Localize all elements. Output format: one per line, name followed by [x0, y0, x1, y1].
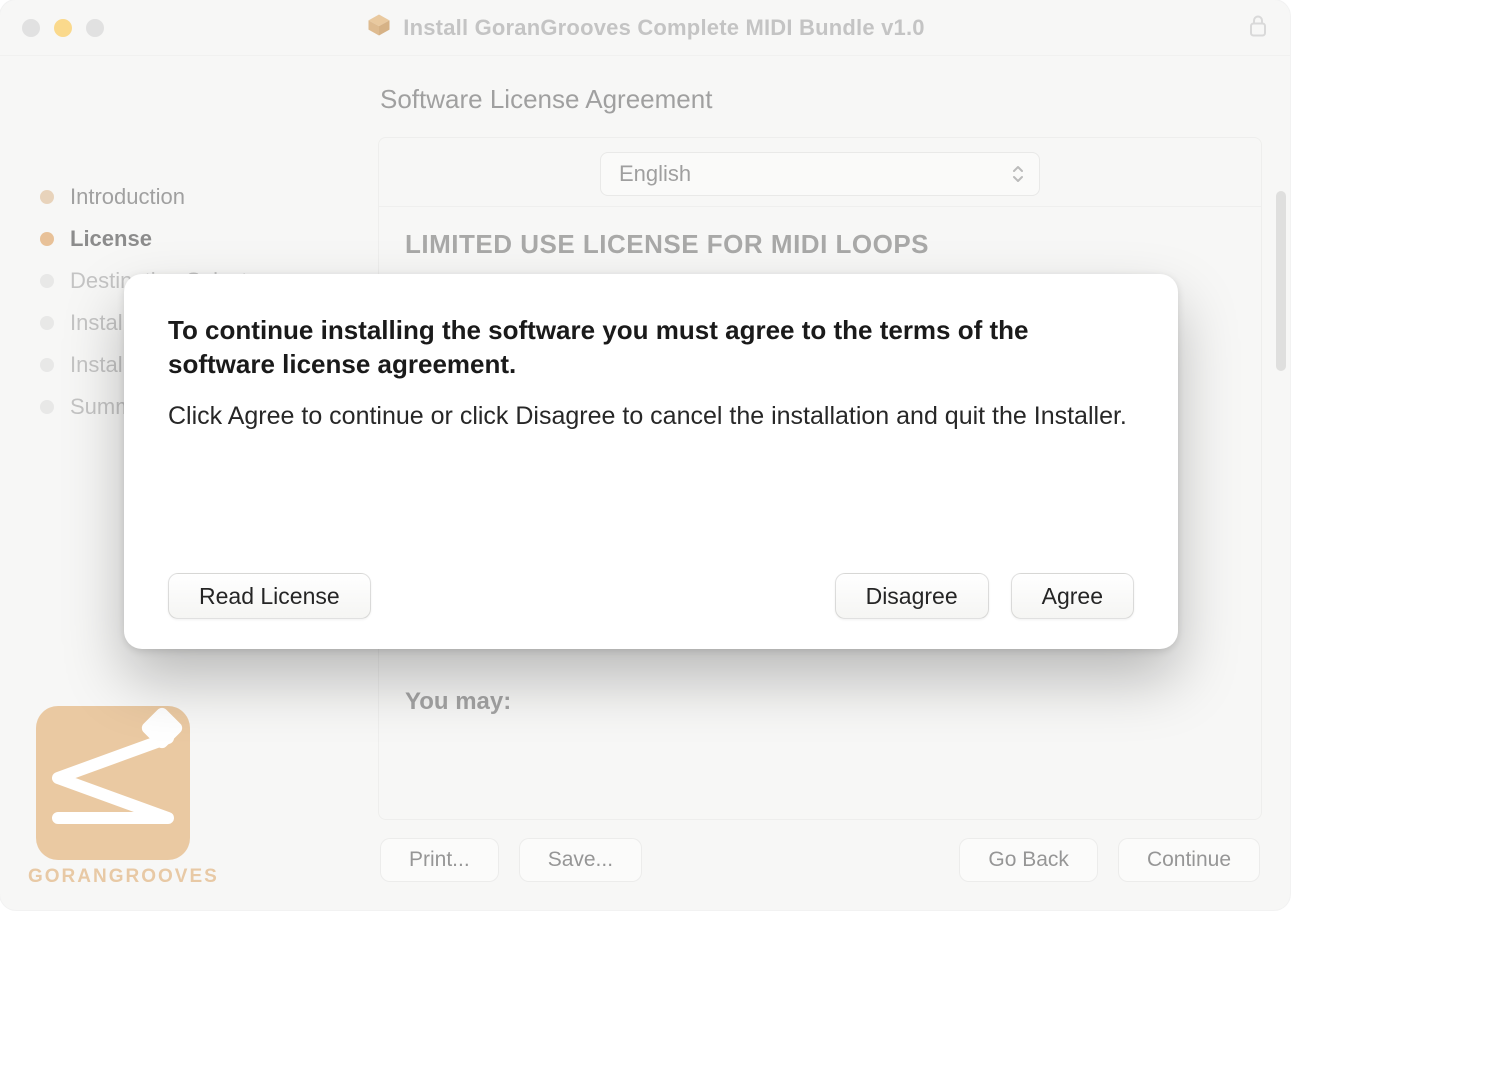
brand-logo: GORANGROOVES: [28, 698, 218, 888]
titlebar: Install GoranGrooves Complete MIDI Bundl…: [0, 0, 1290, 56]
save-button[interactable]: Save...: [519, 838, 642, 882]
close-button[interactable]: [22, 19, 40, 37]
agree-button[interactable]: Agree: [1011, 573, 1134, 619]
step-bullet-icon: [40, 358, 54, 372]
modal-title: To continue installing the software you …: [168, 314, 1134, 382]
modal-footer: Read License Disagree Agree: [168, 573, 1134, 619]
step-introduction: Introduction: [28, 176, 378, 218]
package-icon: [365, 11, 393, 44]
minimize-button[interactable]: [54, 19, 72, 37]
continue-button[interactable]: Continue: [1118, 838, 1260, 882]
lock-icon[interactable]: [1248, 13, 1268, 42]
go-back-button[interactable]: Go Back: [959, 838, 1098, 882]
language-select[interactable]: English: [600, 152, 1040, 196]
step-label: Introduction: [70, 184, 185, 210]
footer-buttons: Print... Save... Go Back Continue: [378, 820, 1262, 882]
maximize-button[interactable]: [86, 19, 104, 37]
read-license-button[interactable]: Read License: [168, 573, 371, 619]
step-bullet-icon: [40, 232, 54, 246]
license-agreement-modal: To continue installing the software you …: [124, 274, 1178, 649]
disagree-button[interactable]: Disagree: [835, 573, 989, 619]
step-license: License: [28, 218, 378, 260]
language-value: English: [619, 161, 691, 187]
window-title: Install GoranGrooves Complete MIDI Bundl…: [403, 15, 924, 41]
step-bullet-icon: [40, 274, 54, 288]
step-bullet-icon: [40, 316, 54, 330]
brand-name: GORANGROOVES: [28, 866, 218, 888]
license-title: LIMITED USE LICENSE FOR MIDI LOOPS: [405, 229, 1235, 260]
step-bullet-icon: [40, 190, 54, 204]
modal-body: Click Agree to continue or click Disagre…: [168, 400, 1134, 573]
license-body-heading: You may:: [405, 688, 1235, 716]
stepper-icon: [1011, 164, 1025, 184]
page-heading: Software License Agreement: [378, 76, 1262, 137]
traffic-lights: [22, 19, 104, 37]
scrollbar-thumb[interactable]: [1276, 191, 1286, 371]
print-button[interactable]: Print...: [380, 838, 499, 882]
step-bullet-icon: [40, 400, 54, 414]
step-label: License: [70, 226, 152, 252]
scrollbar[interactable]: [1276, 191, 1286, 840]
